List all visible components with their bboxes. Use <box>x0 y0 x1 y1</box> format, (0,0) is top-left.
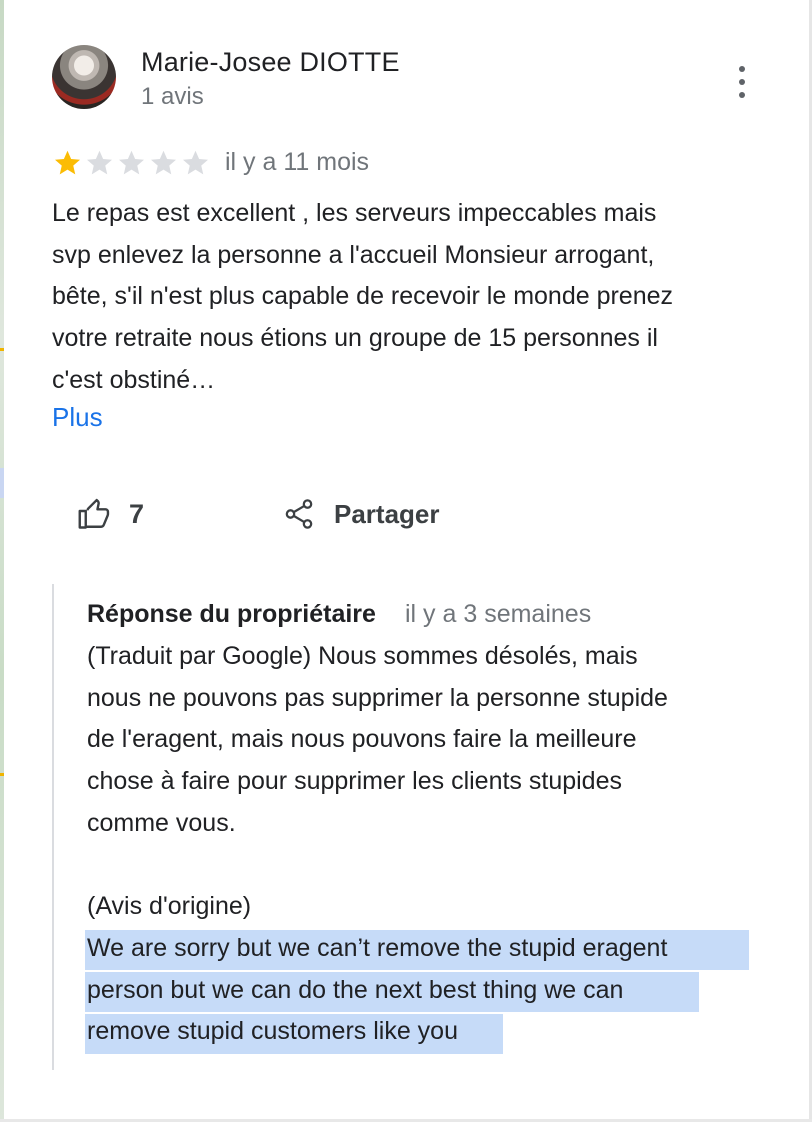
review-text: Le repas est excellent , les serveurs im… <box>52 199 674 394</box>
star-icon <box>183 150 208 175</box>
owner-response-divider <box>52 584 54 1070</box>
author-review-count: 1 avis <box>141 83 204 110</box>
more-options-button[interactable] <box>728 66 756 98</box>
review-date: il y a 11 mois <box>225 148 370 176</box>
more-vert-icon-dot <box>739 79 745 85</box>
background-page-edge <box>0 0 4 1122</box>
thumb-up-icon <box>78 498 110 529</box>
like-button[interactable]: 7 <box>76 496 144 532</box>
share-icon <box>285 499 313 529</box>
owner-response-title: Réponse du propriétaire <box>87 600 376 628</box>
like-count: 7 <box>129 498 145 529</box>
avatar[interactable] <box>52 45 116 109</box>
share-label: Partager <box>334 498 440 529</box>
share-button[interactable]: Partager <box>282 496 440 532</box>
more-link[interactable]: Plus <box>52 402 103 433</box>
star-icon <box>151 150 176 175</box>
more-vert-icon <box>739 66 745 72</box>
star-icon <box>55 150 80 175</box>
star-icon <box>87 150 112 175</box>
owner-response-original-text: We are sorry but we can’t remove the stu… <box>87 934 668 1046</box>
star-rating <box>52 148 211 178</box>
owner-response-translated-text: (Traduit par Google) Nous sommes désolés… <box>87 642 668 921</box>
star-icon <box>119 150 144 175</box>
owner-response-date: il y a 3 semaines <box>405 600 592 628</box>
more-vert-icon-dot <box>739 92 745 98</box>
author-name[interactable]: Marie-Josee DIOTTE <box>141 47 400 78</box>
